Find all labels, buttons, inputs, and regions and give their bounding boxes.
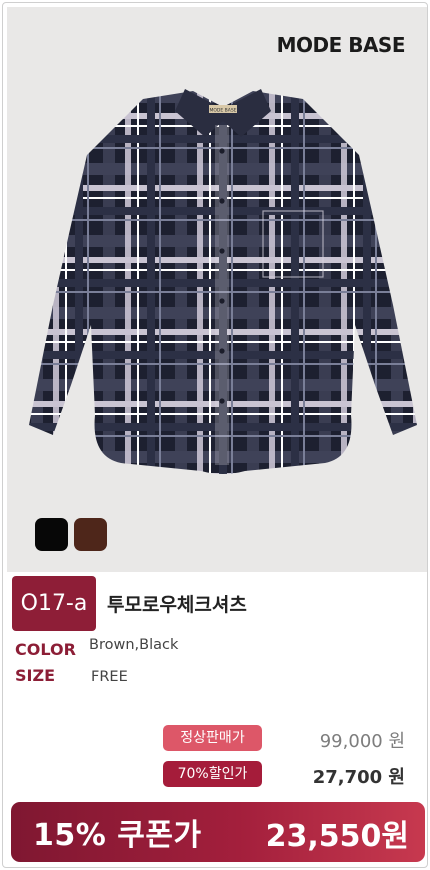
regular-price: 99,000 원 [319,731,405,752]
coupon-price-bar: 15% 쿠폰가 23,550원 [11,802,425,862]
swatch-black[interactable] [35,518,68,551]
color-value: Brown,Black [89,637,179,653]
product-image-area: MODE BASE MODE BASE [7,7,427,572]
coupon-price: 23,550원 [265,819,409,854]
sale-price-tag: 70%할인가 [163,761,262,787]
swatch-brown[interactable] [74,518,107,551]
size-label: SIZE [15,666,56,685]
sale-price: 27,700 원 [312,767,405,788]
color-label: COLOR [15,640,76,659]
product-image-shirt: MODE BASE [29,89,417,474]
brand-logo: MODE BASE [276,33,406,57]
product-card: MODE BASE MODE BASE O17-a 투모로우체크셔츠 COLOR… [2,2,428,868]
shirt-neck-label: MODE BASE [209,108,236,114]
product-name: 투모로우체크셔츠 [107,594,247,616]
regular-price-tag: 정상판매가 [163,725,262,751]
product-code-badge: O17-a [12,576,96,631]
size-value: FREE [91,669,128,685]
coupon-label: 15% 쿠폰가 [33,818,202,853]
